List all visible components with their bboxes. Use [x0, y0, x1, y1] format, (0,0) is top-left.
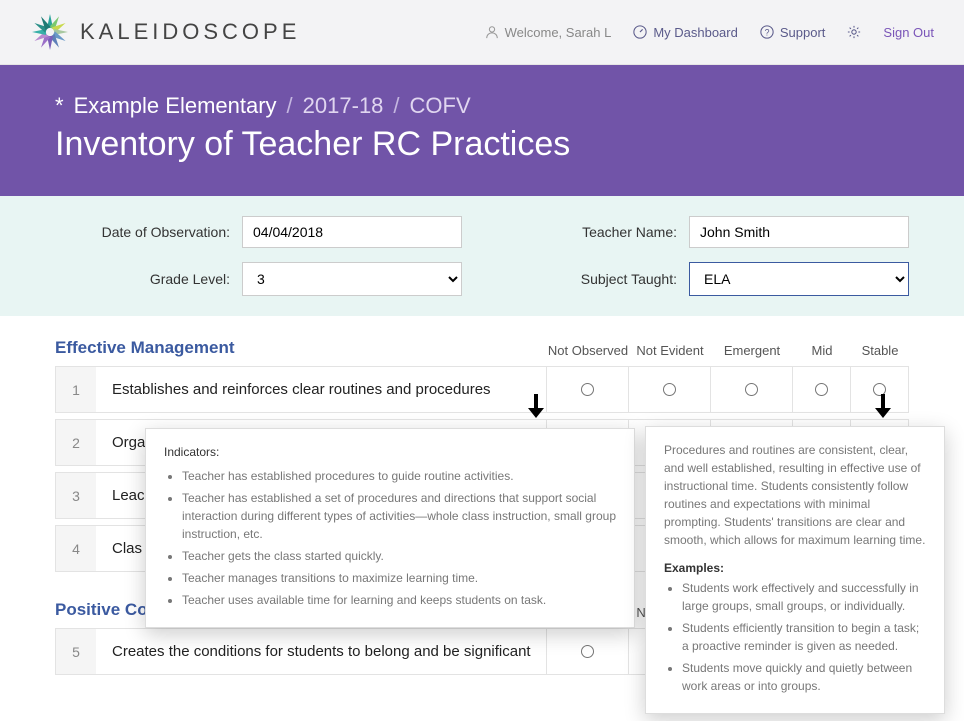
breadcrumb-site[interactable]: Example Elementary [74, 93, 277, 119]
example-bullet: Students efficiently transition to begin… [682, 619, 926, 655]
logo-icon [30, 12, 70, 52]
field-grade: Grade Level: 3 [55, 262, 462, 296]
breadcrumb-prefix: * [55, 93, 64, 119]
row-label[interactable]: Creates the conditions for students to b… [96, 629, 546, 674]
tooltip-body: Procedures and routines are consistent, … [664, 441, 926, 549]
gear-icon [847, 25, 861, 39]
row-label[interactable]: Establishes and reinforces clear routine… [96, 367, 546, 412]
col-not-evident: Not Evident [629, 343, 711, 358]
breadcrumb: * Example Elementary / 2017-18 / COFV [55, 93, 909, 119]
tooltip-bullet: Teacher gets the class started quickly. [182, 547, 616, 565]
date-label: Date of Observation: [102, 224, 230, 240]
tooltip-bullet: Teacher has established a set of procedu… [182, 489, 616, 543]
date-input[interactable] [242, 216, 462, 248]
example-bullet: Students work effectively and successful… [682, 579, 926, 615]
hero-banner: * Example Elementary / 2017-18 / COFV In… [0, 65, 964, 196]
nav-right: Welcome, Sarah L My Dashboard ? Support … [485, 25, 934, 40]
radio-not-observed[interactable] [581, 645, 594, 658]
row-num: 3 [56, 473, 96, 518]
radio-emergent[interactable] [745, 383, 758, 396]
welcome-label: Welcome, Sarah L [505, 25, 612, 40]
col-emergent: Emergent [711, 343, 793, 358]
subject-select[interactable]: ELA [689, 262, 909, 296]
observation-form: Date of Observation: Teacher Name: Grade… [0, 196, 964, 316]
top-nav: KALEIDOSCOPE Welcome, Sarah L My Dashboa… [0, 0, 964, 65]
tooltip-bullet: Teacher uses available time for learning… [182, 591, 616, 609]
page-title: Inventory of Teacher RC Practices [55, 125, 909, 164]
breadcrumb-sep: / [287, 93, 293, 119]
down-arrow-icon [528, 394, 544, 418]
support-link[interactable]: ? Support [760, 25, 826, 40]
down-arrow-icon [875, 394, 891, 418]
radio-not-observed[interactable] [581, 383, 594, 396]
tooltip-title: Indicators: [164, 443, 616, 461]
row-num: 2 [56, 420, 96, 465]
signout-label: Sign Out [883, 25, 934, 40]
subject-label: Subject Taught: [581, 271, 677, 287]
tooltip-bullet: Teacher has established procedures to gu… [182, 467, 616, 485]
col-stable: Stable [851, 343, 909, 358]
grade-label: Grade Level: [150, 271, 230, 287]
user-icon [485, 25, 499, 39]
indicator-tooltip: Indicators: Teacher has established proc… [145, 428, 635, 628]
dashboard-icon [633, 25, 647, 39]
col-mid: Mid [793, 343, 851, 358]
radio-not-evident[interactable] [663, 383, 676, 396]
teacher-label: Teacher Name: [582, 224, 677, 240]
field-date: Date of Observation: [55, 216, 462, 248]
row-num: 5 [56, 629, 96, 674]
table-row: 1 Establishes and reinforces clear routi… [55, 366, 909, 413]
signout-link[interactable]: Sign Out [883, 25, 934, 40]
support-label: Support [780, 25, 826, 40]
svg-text:?: ? [764, 28, 769, 38]
tooltip-bullet: Teacher manages transitions to maximize … [182, 569, 616, 587]
field-subject: Subject Taught: ELA [502, 262, 909, 296]
rating-tooltip: Procedures and routines are consistent, … [645, 426, 945, 714]
field-teacher: Teacher Name: [502, 216, 909, 248]
breadcrumb-year[interactable]: 2017-18 [303, 93, 384, 119]
breadcrumb-sep: / [393, 93, 399, 119]
radio-mid[interactable] [815, 383, 828, 396]
brand: KALEIDOSCOPE [30, 12, 300, 52]
examples-title: Examples: [664, 559, 926, 577]
grade-select[interactable]: 3 [242, 262, 462, 296]
welcome-text: Welcome, Sarah L [485, 25, 612, 40]
brand-text: KALEIDOSCOPE [80, 19, 300, 45]
help-icon: ? [760, 25, 774, 39]
dashboard-label: My Dashboard [653, 25, 738, 40]
row-num: 4 [56, 526, 96, 571]
section-title: Effective Management [55, 338, 235, 358]
col-not-observed: Not Observed [547, 343, 629, 358]
dashboard-link[interactable]: My Dashboard [633, 25, 738, 40]
breadcrumb-code[interactable]: COFV [410, 93, 471, 119]
row-num: 1 [56, 367, 96, 412]
teacher-input[interactable] [689, 216, 909, 248]
settings-link[interactable] [847, 25, 861, 39]
